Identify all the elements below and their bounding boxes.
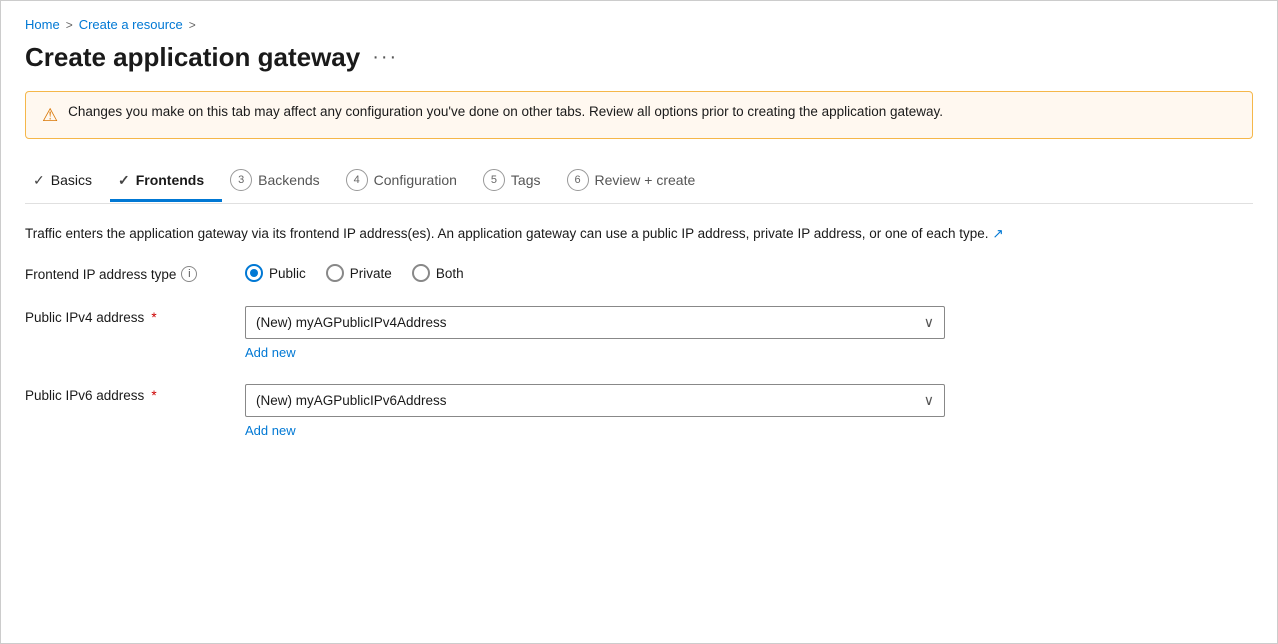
frontends-description: Traffic enters the application gateway v…	[25, 224, 1253, 244]
breadcrumb-create-resource[interactable]: Create a resource	[79, 17, 183, 32]
tab-configuration-label: Configuration	[374, 172, 457, 188]
public-ipv4-label: Public IPv4 address *	[25, 306, 245, 325]
tab-review-label: Review + create	[595, 172, 696, 188]
page-container: Home > Create a resource > Create applic…	[0, 0, 1278, 644]
public-ipv6-add-new[interactable]: Add new	[245, 423, 1253, 438]
public-ipv4-label-text: Public IPv4 address	[25, 310, 144, 325]
radio-private-label: Private	[350, 266, 392, 281]
breadcrumb-home[interactable]: Home	[25, 17, 60, 32]
warning-banner: ⚠ Changes you make on this tab may affec…	[25, 91, 1253, 139]
radio-private[interactable]: Private	[326, 264, 392, 282]
frontend-ip-info-icon[interactable]: i	[181, 266, 197, 282]
public-ipv4-required-star: *	[151, 310, 156, 325]
public-ipv4-control: (New) myAGPublicIPv4Address ∨ Add new	[245, 306, 1253, 360]
more-options-icon[interactable]: ···	[372, 46, 398, 69]
radio-public[interactable]: Public	[245, 264, 306, 282]
frontend-ip-label: Frontend IP address type i	[25, 262, 245, 282]
tab-basics-label: Basics	[51, 172, 92, 188]
frontend-ip-row: Frontend IP address type i Public Privat…	[25, 262, 1253, 282]
radio-both[interactable]: Both	[412, 264, 464, 282]
public-ipv6-row: Public IPv6 address * (New) myAGPublicIP…	[25, 384, 1253, 438]
warning-triangle-icon: ⚠	[42, 105, 58, 126]
tab-tags-label: Tags	[511, 172, 541, 188]
public-ipv4-add-new[interactable]: Add new	[245, 345, 1253, 360]
frontend-ip-radio-group: Public Private Both	[245, 262, 1253, 282]
public-ipv4-value: (New) myAGPublicIPv4Address	[256, 315, 447, 330]
radio-both-circle	[412, 264, 430, 282]
tab-backends-label: Backends	[258, 172, 319, 188]
breadcrumb-sep1: >	[66, 18, 73, 32]
radio-both-label: Both	[436, 266, 464, 281]
frontends-check-icon: ✓	[118, 172, 130, 189]
public-ipv6-label-text: Public IPv6 address	[25, 388, 144, 403]
frontend-ip-label-text: Frontend IP address type	[25, 267, 176, 282]
breadcrumb-sep2: >	[189, 18, 196, 32]
public-ipv6-value: (New) myAGPublicIPv6Address	[256, 393, 447, 408]
backends-number-circle: 3	[230, 169, 252, 191]
description-text-main: Traffic enters the application gateway v…	[25, 226, 989, 241]
tab-frontends[interactable]: ✓ Frontends	[110, 162, 222, 202]
public-ipv6-control: (New) myAGPublicIPv6Address ∨ Add new	[245, 384, 1253, 438]
tab-backends[interactable]: 3 Backends	[222, 159, 337, 204]
page-title-row: Create application gateway ···	[25, 42, 1253, 73]
breadcrumb: Home > Create a resource >	[25, 17, 1253, 32]
basics-check-icon: ✓	[33, 172, 45, 189]
tab-basics[interactable]: ✓ Basics	[25, 162, 110, 202]
tab-tags[interactable]: 5 Tags	[475, 159, 559, 204]
public-ipv6-dropdown[interactable]: (New) myAGPublicIPv6Address ∨	[245, 384, 945, 417]
configuration-number-circle: 4	[346, 169, 368, 191]
page-title: Create application gateway	[25, 42, 360, 73]
public-ipv4-dropdown[interactable]: (New) myAGPublicIPv4Address ∨	[245, 306, 945, 339]
tab-review[interactable]: 6 Review + create	[559, 159, 714, 204]
public-ipv4-row: Public IPv4 address * (New) myAGPublicIP…	[25, 306, 1253, 360]
review-number-circle: 6	[567, 169, 589, 191]
description-external-link[interactable]: ↗	[992, 226, 1003, 241]
radio-public-circle	[245, 264, 263, 282]
public-ipv6-required-star: *	[151, 388, 156, 403]
frontend-ip-control: Public Private Both	[245, 262, 1253, 282]
warning-message: Changes you make on this tab may affect …	[68, 104, 943, 119]
public-ipv6-label: Public IPv6 address *	[25, 384, 245, 403]
public-ipv6-chevron-icon: ∨	[924, 392, 934, 409]
tabs-nav: ✓ Basics ✓ Frontends 3 Backends 4 Config…	[25, 159, 1253, 204]
radio-public-label: Public	[269, 266, 306, 281]
tags-number-circle: 5	[483, 169, 505, 191]
tab-configuration[interactable]: 4 Configuration	[338, 159, 475, 204]
radio-private-circle	[326, 264, 344, 282]
public-ipv4-chevron-icon: ∨	[924, 314, 934, 331]
tab-frontends-label: Frontends	[136, 172, 204, 188]
